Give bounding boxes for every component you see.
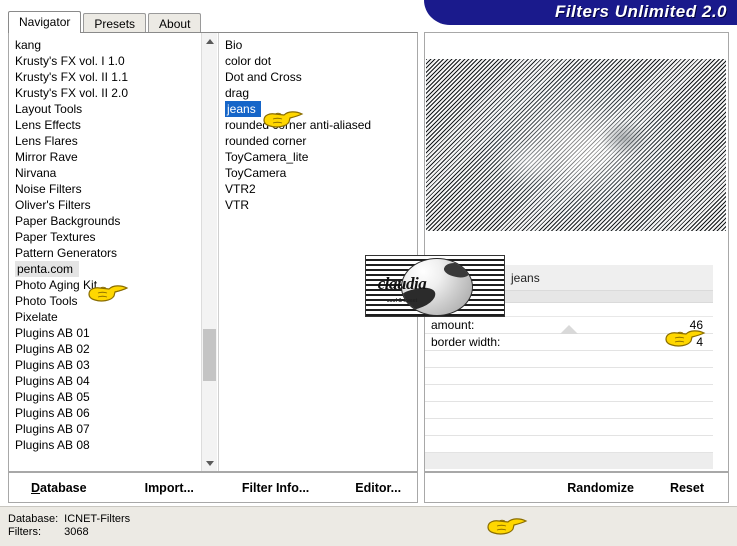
reset-button[interactable]: Reset bbox=[652, 481, 728, 495]
list-item[interactable]: Plugins AB 07 bbox=[9, 421, 217, 437]
parameter-row-empty[interactable] bbox=[425, 402, 713, 419]
list-item[interactable]: Plugins AB 08 bbox=[9, 437, 217, 453]
slider-thumb-icon[interactable] bbox=[560, 325, 578, 334]
filter-list-column: Bio color dot Dot and Cross drag jeans r… bbox=[218, 33, 418, 471]
list-item[interactable]: Noise Filters bbox=[9, 181, 217, 197]
parameter-row-empty[interactable] bbox=[425, 436, 713, 453]
list-item-selected[interactable]: penta.com bbox=[15, 261, 80, 277]
left-action-bar: Database Import... Filter Info... Editor… bbox=[8, 472, 418, 503]
filters-unlimited-window: Filters Unlimited 2.0 Navigator Presets … bbox=[0, 0, 737, 546]
list-item[interactable]: Photo Tools bbox=[9, 293, 217, 309]
list-item[interactable]: drag bbox=[219, 85, 418, 101]
parameter-value: 46 bbox=[689, 318, 703, 332]
list-item[interactable]: rounded corner bbox=[219, 133, 418, 149]
list-item[interactable]: Pixelate bbox=[9, 309, 217, 325]
randomize-button[interactable]: Randomize bbox=[549, 481, 652, 495]
database-button-accel: D bbox=[31, 480, 41, 495]
parameter-row-amount[interactable]: amount: 46 bbox=[425, 317, 713, 334]
tab-bar: Navigator Presets About bbox=[8, 11, 203, 33]
parameter-name: amount: bbox=[431, 318, 475, 332]
list-item[interactable]: Plugins AB 06 bbox=[9, 405, 217, 421]
tab-navigator[interactable]: Navigator bbox=[8, 11, 82, 33]
database-button-label: atabase bbox=[40, 480, 87, 495]
list-item[interactable]: Krusty's FX vol. I 1.0 bbox=[9, 53, 217, 69]
list-item[interactable]: Paper Textures bbox=[9, 229, 217, 245]
list-item[interactable]: Lens Effects bbox=[9, 117, 217, 133]
list-item[interactable]: Bio bbox=[219, 37, 418, 53]
list-item[interactable]: ToyCamera_lite bbox=[219, 149, 418, 165]
database-button[interactable]: Database bbox=[9, 481, 105, 495]
filter-item-selected-wrap: jeans bbox=[219, 101, 418, 117]
category-list-column: kang Krusty's FX vol. I 1.0 Krusty's FX … bbox=[9, 33, 217, 471]
import-button-label: Import... bbox=[144, 480, 194, 495]
database-value: ICNET-Filters bbox=[64, 513, 131, 525]
source-thumbnail[interactable]: claudia cool & sweet bbox=[365, 255, 505, 317]
filter-list[interactable]: Bio color dot Dot and Cross drag jeans r… bbox=[219, 33, 418, 213]
list-item[interactable]: Layout Tools bbox=[9, 101, 217, 117]
scroll-up-arrow-icon[interactable] bbox=[202, 33, 217, 49]
list-item[interactable]: Nirvana bbox=[9, 165, 217, 181]
list-item[interactable]: Photo Aging Kit bbox=[9, 277, 217, 293]
list-item[interactable]: Plugins AB 04 bbox=[9, 373, 217, 389]
parameter-value: 4 bbox=[696, 335, 703, 349]
filter-preview-image[interactable] bbox=[426, 59, 726, 231]
list-item[interactable]: Pattern Generators bbox=[9, 245, 217, 261]
editor-button-label: Editor... bbox=[355, 480, 402, 495]
app-title: Filters Unlimited 2.0 bbox=[554, 2, 727, 21]
list-item[interactable]: Oliver's Filters bbox=[9, 197, 217, 213]
scroll-down-arrow-icon[interactable] bbox=[202, 455, 217, 471]
list-item[interactable]: VTR bbox=[219, 197, 418, 213]
list-item[interactable]: Paper Backgrounds bbox=[9, 213, 217, 229]
list-item[interactable]: rounded corner anti-aliased bbox=[219, 117, 418, 133]
filters-label: Filters: bbox=[8, 526, 41, 538]
editor-button[interactable]: Editor... bbox=[327, 481, 419, 495]
list-item[interactable]: color dot bbox=[219, 53, 418, 69]
list-item[interactable]: Plugins AB 01 bbox=[9, 325, 217, 341]
filter-item-selected[interactable]: jeans bbox=[225, 101, 261, 117]
list-item[interactable]: Krusty's FX vol. II 1.1 bbox=[9, 69, 217, 85]
scrollbar-thumb[interactable] bbox=[203, 329, 216, 381]
right-action-bar: Randomize Reset bbox=[424, 472, 729, 503]
category-list-scrollbar[interactable] bbox=[201, 33, 217, 471]
preview-panel: jeans amount: 46 border width: 4 bbox=[424, 32, 729, 472]
list-item[interactable]: Plugins AB 03 bbox=[9, 357, 217, 373]
list-item[interactable]: VTR2 bbox=[219, 181, 418, 197]
list-item[interactable]: kang bbox=[9, 37, 217, 53]
navigator-panel: kang Krusty's FX vol. I 1.0 Krusty's FX … bbox=[8, 32, 418, 472]
parameter-row-border-width[interactable]: border width: 4 bbox=[425, 334, 713, 351]
preview-area bbox=[425, 33, 726, 251]
list-item[interactable]: ToyCamera bbox=[219, 165, 418, 181]
parameter-row-empty[interactable] bbox=[425, 419, 713, 436]
tab-presets[interactable]: Presets bbox=[83, 13, 147, 33]
filter-info-button-label: Filter Info... bbox=[241, 480, 310, 495]
app-title-banner: Filters Unlimited 2.0 bbox=[424, 0, 737, 25]
filters-value: 3068 bbox=[64, 526, 89, 538]
database-label: Database: bbox=[8, 513, 59, 525]
parameter-name: border width: bbox=[431, 335, 501, 349]
filter-info-button[interactable]: Filter Info... bbox=[212, 481, 327, 495]
import-button[interactable]: Import... bbox=[105, 481, 212, 495]
list-item[interactable]: Lens Flares bbox=[9, 133, 217, 149]
status-bar: Database: ICNET-Filters Filters: 3068 Ap… bbox=[0, 506, 737, 546]
thumbnail-logo-subtext: cool & sweet bbox=[386, 298, 418, 304]
status-info: Database: ICNET-Filters Filters: 3068 bbox=[8, 513, 136, 539]
thumbnail-logo-text: claudia bbox=[377, 274, 427, 293]
parameter-row-empty[interactable] bbox=[425, 385, 713, 402]
list-item[interactable]: Plugins AB 02 bbox=[9, 341, 217, 357]
parameter-row-empty[interactable] bbox=[425, 368, 713, 385]
parameter-row-empty[interactable] bbox=[425, 351, 713, 368]
list-item[interactable]: Plugins AB 05 bbox=[9, 389, 217, 405]
list-item[interactable]: Mirror Rave bbox=[9, 149, 217, 165]
list-item[interactable]: Krusty's FX vol. II 2.0 bbox=[9, 85, 217, 101]
tab-about[interactable]: About bbox=[148, 13, 202, 33]
parameter-table-footer bbox=[425, 453, 713, 469]
list-item[interactable]: Dot and Cross bbox=[219, 69, 418, 85]
category-list[interactable]: kang Krusty's FX vol. I 1.0 Krusty's FX … bbox=[9, 33, 217, 453]
list-item-selected-wrap: penta.com bbox=[9, 261, 217, 277]
